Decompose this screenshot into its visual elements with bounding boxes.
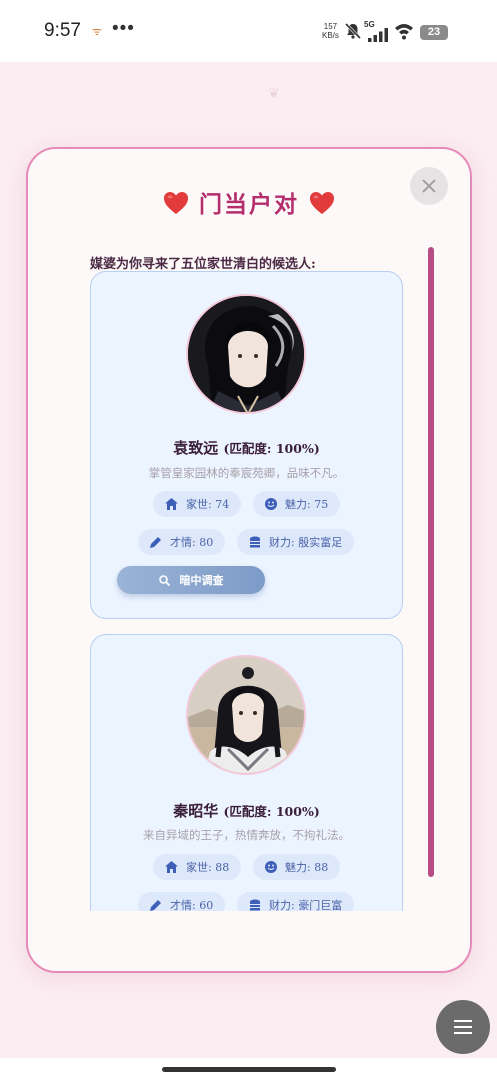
coins-icon <box>250 899 260 911</box>
candidate-description: 掌管皇家园林的奉宸苑卿，品味不凡。 <box>148 466 345 480</box>
candidate-name: 秦昭华 <box>173 802 219 820</box>
stat-family-label: 家世: 88 <box>186 861 230 874</box>
pencil-icon <box>150 900 161 911</box>
more-notifications-icon: ••• <box>112 18 135 39</box>
stat-family: 家世: 74 <box>153 491 242 517</box>
match-modal: 门当户对 媒婆为你寻来了五位家世清白的候选人: 袁致远 (匹配度: 100%) … <box>26 147 472 973</box>
status-time: 9:57 <box>44 20 81 41</box>
battery-indicator: 23 <box>420 25 448 40</box>
stat-charm: 魅力: 75 <box>253 491 341 517</box>
stat-talent: 才情: 80 <box>138 529 226 555</box>
home-indicator[interactable] <box>162 1067 336 1072</box>
stat-talent-label: 才情: 80 <box>170 536 214 549</box>
stat-wealth: 财力: 殷实富足 <box>237 529 355 555</box>
intro-text: 媒婆为你寻来了五位家世清白的候选人: <box>90 257 316 272</box>
heart-icon <box>310 192 335 214</box>
stat-charm-label: 魅力: 88 <box>285 861 329 874</box>
heart-icon <box>163 192 188 214</box>
candidate-name-line: 秦昭华 (匹配度: 100%) <box>91 800 402 821</box>
candidate-name: 袁致远 <box>173 439 219 457</box>
search-icon <box>158 574 170 586</box>
menu-icon <box>454 1020 472 1034</box>
smile-icon <box>265 498 277 510</box>
stat-wealth-label: 财力: 殷实富足 <box>269 536 343 549</box>
network-speed-value: 157 <box>323 22 338 31</box>
status-bar: 9:57 ᯤ ••• 157 KB/s 5G 23 <box>0 0 497 62</box>
mute-bell-icon <box>344 22 362 40</box>
candidate-description: 来自异域的王子，热情奔放，不拘礼法。 <box>143 828 350 842</box>
modal-title-text: 门当户对 <box>199 191 299 218</box>
scrollbar[interactable] <box>428 247 434 877</box>
modal-title: 门当户对 <box>28 185 470 219</box>
home-icon <box>165 498 178 510</box>
signal-icon <box>368 28 388 42</box>
stat-wealth: 财力: 豪门巨富 <box>237 892 355 911</box>
floating-menu-button[interactable] <box>436 1000 490 1054</box>
stat-family: 家世: 88 <box>153 854 242 880</box>
home-icon <box>165 861 178 873</box>
stat-talent: 才情: 60 <box>138 892 226 911</box>
stat-talent-label: 才情: 60 <box>170 899 214 911</box>
stat-family-label: 家世: 74 <box>186 498 230 511</box>
app-notification-icon: ᯤ <box>92 26 103 38</box>
investigate-label: 暗中调查 <box>179 574 224 587</box>
stat-charm: 魅力: 88 <box>253 854 341 880</box>
candidate-avatar <box>186 294 306 414</box>
pencil-icon <box>150 537 161 548</box>
candidate-name-line: 袁致远 (匹配度: 100%) <box>91 437 402 458</box>
candidate-list[interactable]: 袁致远 (匹配度: 100%) 掌管皇家园林的奉宸苑卿，品味不凡。 家世: 74… <box>90 271 406 911</box>
network-speed-unit: KB/s <box>322 31 339 40</box>
candidate-avatar <box>186 655 306 775</box>
smile-icon <box>265 861 277 873</box>
investigate-button[interactable]: 暗中调查 <box>117 566 265 594</box>
candidate-card: 袁致远 (匹配度: 100%) 掌管皇家园林的奉宸苑卿，品味不凡。 家世: 74… <box>90 271 403 619</box>
stat-wealth-label: 财力: 豪门巨富 <box>269 899 343 911</box>
background-decoration: ❦ <box>268 86 280 102</box>
coins-icon <box>250 536 260 548</box>
candidate-match: (匹配度: 100%) <box>223 804 320 819</box>
wifi-icon <box>395 24 413 40</box>
stat-charm-label: 魅力: 75 <box>285 498 329 511</box>
candidate-card: 秦昭华 (匹配度: 100%) 来自异域的王子，热情奔放，不拘礼法。 家世: 8… <box>90 634 403 911</box>
candidate-match: (匹配度: 100%) <box>223 441 320 456</box>
network-speed: 157 KB/s <box>322 22 339 40</box>
